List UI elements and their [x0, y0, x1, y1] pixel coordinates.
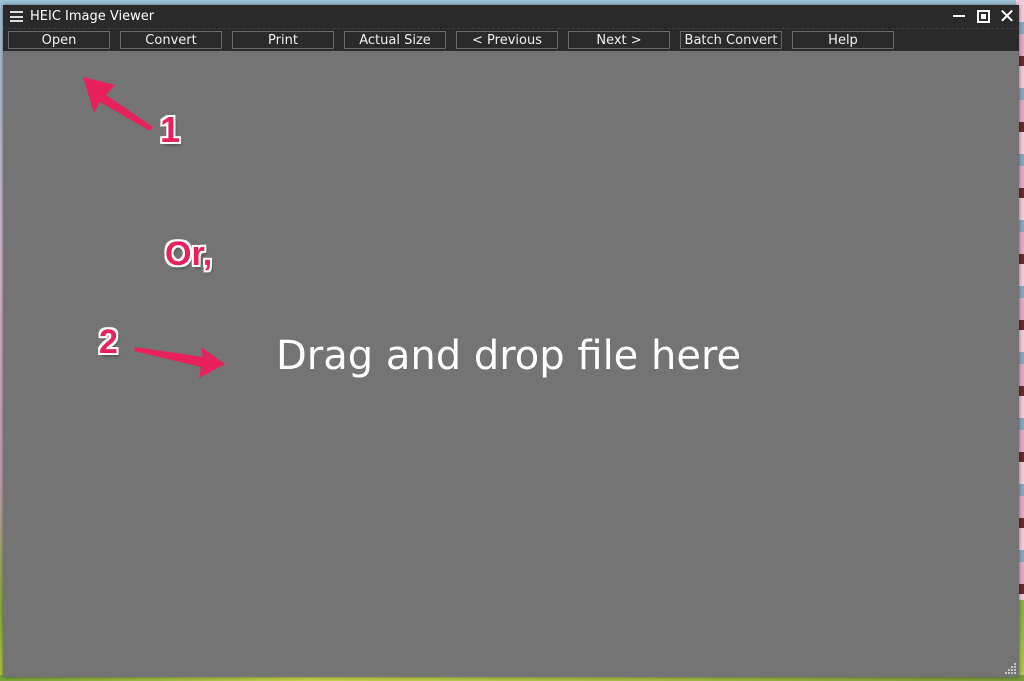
close-icon[interactable]: ✕ — [999, 4, 1016, 28]
annotation-step-2: 2 — [99, 323, 118, 361]
minimize-icon[interactable] — [951, 7, 967, 25]
convert-button[interactable]: Convert — [120, 31, 222, 49]
arrow-1-icon — [83, 77, 153, 131]
open-button[interactable]: Open — [8, 31, 110, 49]
next-button[interactable]: Next > — [568, 31, 670, 49]
resize-grip-icon[interactable] — [1004, 662, 1016, 674]
restore-icon[interactable] — [975, 7, 991, 25]
annotation-step-1: 1 — [160, 109, 181, 150]
toolbar: Open Convert Print Actual Size < Previou… — [3, 28, 1019, 51]
window-controls: ✕ — [951, 4, 1016, 28]
window-title: HEIC Image Viewer — [30, 9, 155, 24]
print-button[interactable]: Print — [232, 31, 334, 49]
arrow-2-icon — [134, 347, 225, 378]
previous-button[interactable]: < Previous — [456, 31, 558, 49]
drop-hint-text: Drag and drop file here — [276, 333, 742, 379]
actual-size-button[interactable]: Actual Size — [344, 31, 446, 49]
annotation-or: Or, — [165, 235, 213, 273]
hamburger-menu-icon[interactable] — [10, 11, 23, 22]
help-button[interactable]: Help — [792, 31, 894, 49]
app-window: HEIC Image Viewer ✕ Open Convert Print A… — [3, 4, 1019, 677]
title-bar[interactable]: HEIC Image Viewer ✕ — [3, 4, 1019, 28]
batch-convert-button[interactable]: Batch Convert — [680, 31, 782, 49]
drop-zone[interactable]: 1 Or, 2 Drag and drop file here — [3, 51, 1019, 677]
